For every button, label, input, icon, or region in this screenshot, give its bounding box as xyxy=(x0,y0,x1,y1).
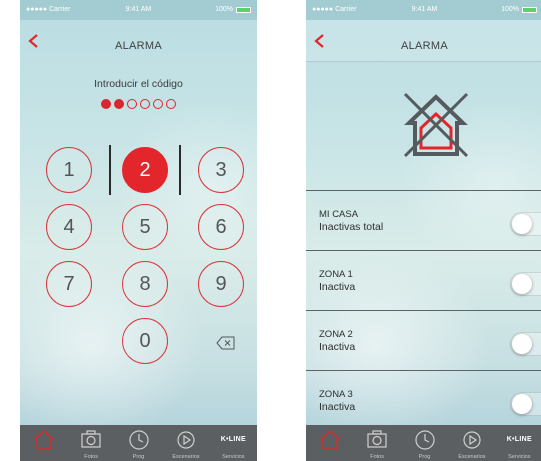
phone-screen-code: ●●●●● Carrier 9:41 AM 100% ALARMA Introd… xyxy=(20,0,257,461)
page-title: ALARMA xyxy=(114,40,163,52)
tab-prog[interactable]: Prog xyxy=(115,425,162,461)
battery-percent: 100% xyxy=(501,6,519,13)
tab-home[interactable] xyxy=(20,425,67,461)
status-bar: ●●●●● Carrier 9:41 AM 100% xyxy=(306,0,541,20)
tab-bar: Fotos Prog Escenarios K•LINE Servicios xyxy=(20,425,257,461)
cursor-bar-right xyxy=(179,145,181,195)
tab-fotos[interactable]: Fotos xyxy=(353,425,400,461)
keypad-key-6[interactable]: 6 xyxy=(198,204,244,250)
keypad-key-2[interactable]: 2 xyxy=(122,147,168,193)
toggle-knob xyxy=(512,274,532,294)
zone-name: ZONA 3 xyxy=(319,389,353,400)
tab-servicios[interactable]: K•LINE Servicios xyxy=(496,425,541,461)
code-dot-filled xyxy=(101,99,111,109)
zone-toggle[interactable] xyxy=(510,272,541,296)
zone-row: ZONA 1 Inactiva xyxy=(306,250,541,309)
zone-toggle[interactable] xyxy=(510,212,541,236)
tab-label: Fotos xyxy=(84,454,98,460)
battery-percent: 100% xyxy=(215,6,233,13)
tab-label: Servicios xyxy=(222,454,245,460)
zone-status: Inactiva xyxy=(319,341,356,353)
kline-logo: K•LINE xyxy=(506,436,532,443)
keypad-key-8[interactable]: 8 xyxy=(122,261,168,307)
zone-row: ZONA 3 Inactiva xyxy=(306,370,541,429)
status-bar: ●●●●● Carrier 9:41 AM 100% xyxy=(20,0,257,20)
keypad-key-0[interactable]: 0 xyxy=(122,318,168,364)
toggle-knob xyxy=(512,214,532,234)
tab-label: Prog xyxy=(132,454,145,460)
tab-prog[interactable]: Prog xyxy=(401,425,448,461)
keypad-key-1[interactable]: 1 xyxy=(46,147,92,193)
tab-label: Escenarios xyxy=(458,454,486,460)
tab-servicios[interactable]: K•LINE Servicios xyxy=(210,425,257,461)
nav-bar: ALARMA xyxy=(306,20,541,62)
zone-name: ZONA 2 xyxy=(319,329,353,340)
tab-label: Fotos xyxy=(370,454,384,460)
phone-screen-zones: ●●●●● Carrier 9:41 AM 100% ALARMA MI CAS… xyxy=(306,0,541,461)
cursor-bar-left xyxy=(109,145,111,195)
code-dot-filled xyxy=(114,99,124,109)
code-dot-empty xyxy=(127,99,137,109)
tab-escenarios[interactable]: Escenarios xyxy=(448,425,495,461)
zone-toggle[interactable] xyxy=(510,332,541,356)
keypad-key-9[interactable]: 9 xyxy=(198,261,244,307)
keypad-key-3[interactable]: 3 xyxy=(198,147,244,193)
toggle-knob xyxy=(512,394,532,414)
nav-bar: ALARMA xyxy=(20,20,257,62)
code-dot-empty xyxy=(140,99,150,109)
zone-status: Inactiva xyxy=(319,401,356,413)
code-dots xyxy=(20,99,257,111)
zone-name: ZONA 1 xyxy=(319,269,353,280)
battery-icon xyxy=(236,7,251,13)
zone-row: ZONA 2 Inactiva xyxy=(306,310,541,369)
tab-home[interactable] xyxy=(306,425,353,461)
toggle-knob xyxy=(512,334,532,354)
keypad-key-4[interactable]: 4 xyxy=(46,204,92,250)
code-dot-empty xyxy=(153,99,163,109)
zone-status: Inactiva xyxy=(319,281,356,293)
code-prompt: Introducir el código xyxy=(94,78,183,90)
backspace-icon[interactable] xyxy=(216,336,236,350)
code-dot-empty xyxy=(166,99,176,109)
keypad-key-5[interactable]: 5 xyxy=(122,204,168,250)
zone-row: MI CASA Inactivas total xyxy=(306,190,541,249)
zone-name: MI CASA xyxy=(319,209,359,220)
battery-icon xyxy=(522,7,537,13)
alarm-disarmed-icon xyxy=(403,92,469,158)
kline-logo: K•LINE xyxy=(220,436,246,443)
keypad-key-7[interactable]: 7 xyxy=(46,261,92,307)
tab-bar: Fotos Prog Escenarios K•LINE Servicios xyxy=(306,425,541,461)
tab-label: Prog xyxy=(418,454,431,460)
tab-label: Servicios xyxy=(508,454,531,460)
tab-label: Escenarios xyxy=(172,454,200,460)
zone-toggle[interactable] xyxy=(510,392,541,416)
zone-status: Inactivas total xyxy=(319,221,384,233)
page-title: ALARMA xyxy=(400,40,449,52)
tab-fotos[interactable]: Fotos xyxy=(67,425,114,461)
tab-escenarios[interactable]: Escenarios xyxy=(162,425,209,461)
